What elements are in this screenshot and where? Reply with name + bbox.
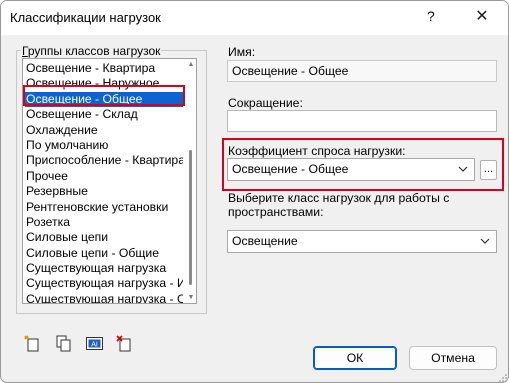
abbreviation-label: Сокращение: [228,96,303,110]
rename-class-icon[interactable]: AI [86,335,103,352]
list-item[interactable]: Резервные [25,184,183,199]
list-item[interactable]: Прочее [25,169,183,184]
list-item[interactable]: Освещение - Склад [25,107,183,122]
svg-text:AI: AI [91,341,98,348]
abbreviation-field[interactable] [227,110,497,132]
chevron-down-icon [458,166,468,172]
new-class-icon[interactable] [24,335,41,352]
demand-factor-browse-button[interactable]: ... [480,160,497,180]
title-bar: Классификации нагрузок ? ✕ [1,1,508,35]
list-item[interactable]: Освещение - Квартира [25,61,183,76]
name-field[interactable]: Освещение - Общее [227,60,497,82]
list-item[interactable]: Розетка [25,215,183,230]
space-class-label-line1: Выберите класс нагрузок для работы с [228,191,450,205]
ok-button[interactable]: ОК [313,346,397,370]
duplicate-class-icon[interactable] [55,335,72,352]
cancel-button[interactable]: Отмена [409,346,497,370]
demand-factor-label: Коэффициент спроса нагрузки: [228,144,406,158]
scroll-up-arrow-icon[interactable]: ▲ [187,61,195,68]
chevron-down-icon [480,238,490,244]
window-title: Классификации нагрузок [10,10,161,25]
delete-class-icon[interactable] [116,335,133,352]
list-item[interactable]: Приспособление - Квартира [25,153,183,168]
demand-factor-value: Освещение - Общее [232,162,349,176]
load-classifications-dialog: Классификации нагрузок ? ✕ Группы классо… [0,0,509,383]
list-item[interactable]: По умолчанию [25,138,183,153]
demand-factor-combo[interactable]: Освещение - Общее [227,158,475,181]
space-class-combo[interactable]: Освещение [227,230,497,253]
list-item[interactable]: Существующая нагрузка [25,261,183,276]
space-class-value: Освещение [232,234,298,248]
name-label: Имя: [228,45,256,59]
selected-item-highlight [23,85,185,106]
list-item[interactable]: Силовые цепи [25,230,183,245]
list-item[interactable]: Существующая нагрузка - Изм [25,276,183,291]
list-item[interactable]: Рентгеновские установки [25,200,183,215]
help-button[interactable]: ? [427,8,435,24]
list-item[interactable]: Существующая нагрузка - Осве [25,292,183,303]
list-item[interactable]: Силовые цепи - Общие [25,246,183,261]
list-scrollbar[interactable]: ▲ ▼ [185,60,196,302]
classes-group-label: Группы классов нагрузок [21,44,162,58]
list-item[interactable]: Охлаждение [25,123,183,138]
space-class-label-line2: пространствами: [228,205,324,219]
scroll-thumb[interactable] [189,150,192,285]
scroll-down-arrow-icon[interactable]: ▼ [187,294,195,301]
resize-grip-icon[interactable] [498,373,508,383]
close-button[interactable]: ✕ [469,6,495,28]
